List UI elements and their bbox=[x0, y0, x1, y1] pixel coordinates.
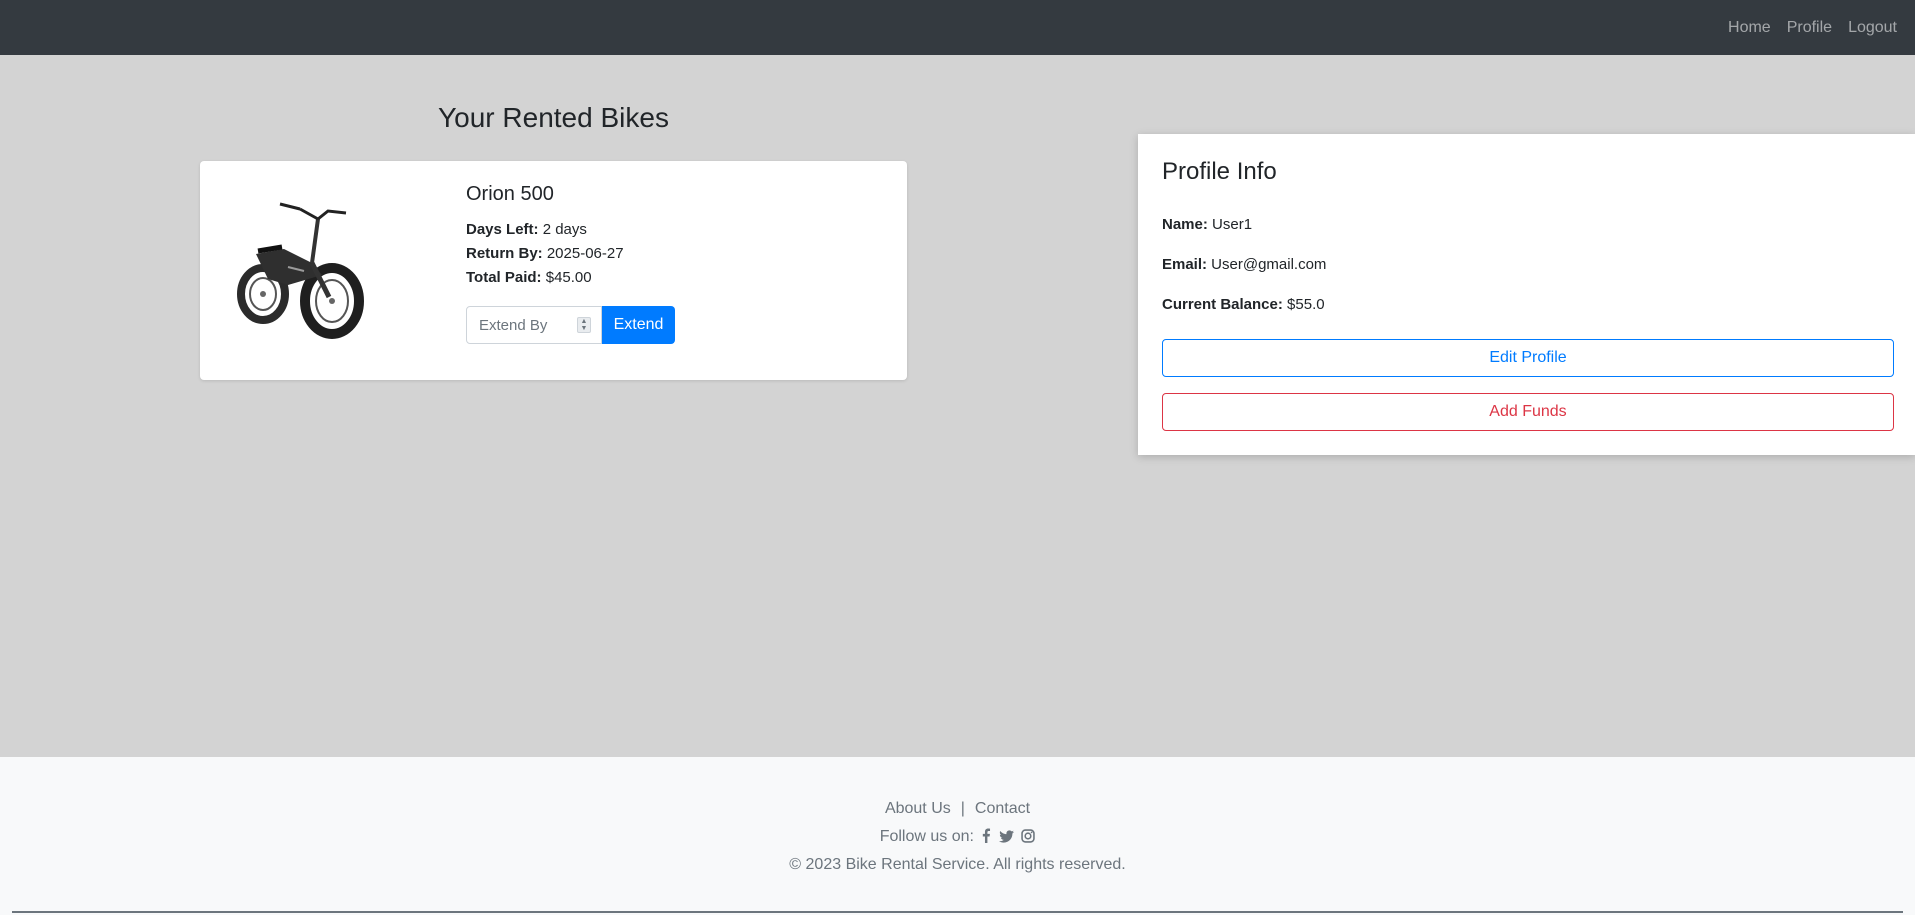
nav-link-profile[interactable]: Profile bbox=[1787, 19, 1832, 37]
top-navbar: Home Profile Logout bbox=[0, 0, 1915, 55]
footer-links: About Us | Contact bbox=[0, 800, 1915, 818]
return-by-value: 2025-06-27 bbox=[542, 245, 624, 262]
follow-row: Follow us on: bbox=[0, 828, 1915, 848]
nav-link-logout[interactable]: Logout bbox=[1848, 19, 1897, 37]
bike-image bbox=[237, 202, 364, 339]
edit-profile-button[interactable]: Edit Profile bbox=[1162, 339, 1894, 377]
footer-link-contact[interactable]: Contact bbox=[975, 800, 1030, 817]
profile-card: Profile Info Name: User1 Email: User@gma… bbox=[1138, 134, 1915, 455]
footer-link-about[interactable]: About Us bbox=[885, 800, 951, 817]
bike-name: Orion 500 bbox=[466, 183, 554, 205]
profile-email-value: User@gmail.com bbox=[1207, 256, 1327, 273]
nav-link-home[interactable]: Home bbox=[1728, 19, 1771, 37]
days-left-value: 2 days bbox=[538, 221, 587, 238]
footer-divider bbox=[12, 911, 1903, 913]
profile-name-line: Name: User1 bbox=[1162, 216, 1252, 233]
profile-email-line: Email: User@gmail.com bbox=[1162, 256, 1326, 273]
add-funds-button[interactable]: Add Funds bbox=[1162, 393, 1894, 431]
extend-days-input[interactable] bbox=[467, 307, 591, 343]
total-paid-line: Total Paid: $45.00 bbox=[466, 266, 886, 290]
number-spinner-icon[interactable]: ▲ ▼ bbox=[577, 317, 591, 333]
nav-links: Home Profile Logout bbox=[1728, 0, 1897, 55]
extend-form: ▲▼ Extend bbox=[466, 306, 886, 344]
return-by-label: Return By: bbox=[466, 245, 543, 262]
profile-balance-value: $55.0 bbox=[1282, 296, 1325, 313]
total-paid-label: Total Paid: bbox=[466, 269, 542, 286]
profile-balance-line: Current Balance: $55.0 bbox=[1162, 296, 1325, 313]
rented-bike-card: Orion 500 Days Left: 2 days Return By: 2… bbox=[200, 161, 907, 380]
profile-balance-label: Current Balance: bbox=[1162, 296, 1283, 313]
profile-name-value: User1 bbox=[1207, 216, 1253, 233]
footer: About Us | Contact Follow us on: © 2023 Bi… bbox=[0, 757, 1915, 915]
extend-input-wrapper: ▲▼ bbox=[466, 306, 602, 344]
total-paid-value: $45.00 bbox=[541, 269, 592, 286]
copyright-text: © 2023 Bike Rental Service. All rights r… bbox=[789, 856, 1126, 873]
profile-title: Profile Info bbox=[1162, 158, 1277, 185]
days-left-line: Days Left: 2 days bbox=[466, 218, 886, 242]
instagram-icon[interactable] bbox=[1021, 829, 1036, 848]
facebook-icon[interactable] bbox=[981, 828, 991, 848]
follow-label: Follow us on: bbox=[879, 828, 974, 845]
profile-name-label: Name: bbox=[1162, 216, 1208, 233]
footer-separator: | bbox=[960, 800, 965, 817]
extend-button[interactable]: Extend bbox=[602, 306, 675, 344]
twitter-icon[interactable] bbox=[998, 830, 1014, 848]
rented-bikes-title: Your Rented Bikes bbox=[438, 102, 669, 133]
days-left-label: Days Left: bbox=[466, 221, 539, 238]
bike-details: Orion 500 Days Left: 2 days Return By: 2… bbox=[466, 183, 886, 344]
return-by-line: Return By: 2025-06-27 bbox=[466, 242, 886, 266]
profile-email-label: Email: bbox=[1162, 256, 1208, 273]
